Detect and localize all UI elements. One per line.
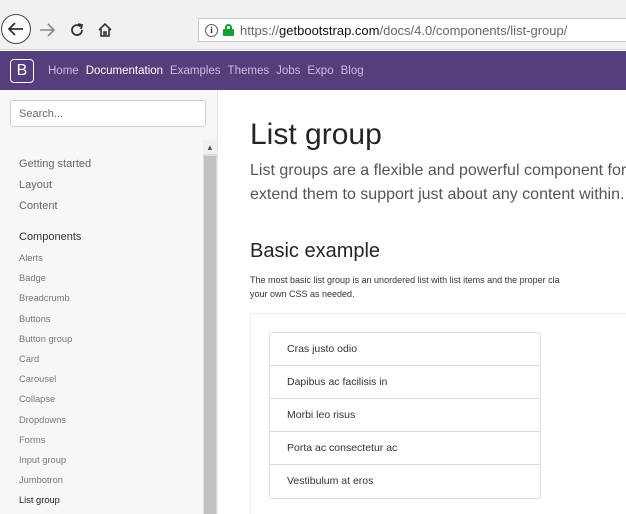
nav-link-blog[interactable]: Blog <box>341 65 364 77</box>
reload-icon <box>71 23 84 36</box>
sidebar-item-input-group[interactable]: Input group <box>19 450 91 470</box>
lead-line-2: extend them to support just about any co… <box>250 186 625 203</box>
scroll-up-arrow-icon[interactable]: ▲ <box>203 140 217 154</box>
lead-line-1: List groups are a flexible and powerful … <box>250 162 626 179</box>
nav-link-home[interactable]: Home <box>48 65 79 77</box>
arrow-right-icon <box>40 23 55 37</box>
list-item: Vestibulum at eros <box>287 475 374 487</box>
nav-link-themes[interactable]: Themes <box>228 65 270 77</box>
back-button[interactable] <box>1 14 31 44</box>
sidebar-item-content[interactable]: Content <box>19 196 91 217</box>
list-group: Cras justo odio Dapibus ac facilisis in … <box>269 332 541 499</box>
sidebar-scrollbar[interactable]: ▲ <box>203 140 217 514</box>
arrow-left-icon <box>8 22 23 36</box>
sidebar-item-buttons[interactable]: Buttons <box>19 309 91 329</box>
sidebar-item-breadcrumb[interactable]: Breadcrumb <box>19 288 91 308</box>
browser-toolbar: i https://getbootstrap.com/docs/4.0/comp… <box>0 0 626 50</box>
sidebar-item-dropdowns[interactable]: Dropdowns <box>19 410 91 430</box>
site-navbar: B Home Documentation Examples Themes Job… <box>0 51 626 90</box>
sidebar-item-badge[interactable]: Badge <box>19 268 91 288</box>
reload-button[interactable] <box>66 19 88 41</box>
forward-button[interactable] <box>36 19 58 41</box>
url-text: https://getbootstrap.com/docs/4.0/compon… <box>240 22 568 38</box>
sidebar-item-button-group[interactable]: Button group <box>19 329 91 349</box>
section-description: The most basic list group is an unordere… <box>250 273 560 301</box>
docs-sidebar: Getting started Layout Content Component… <box>0 90 218 514</box>
desc-line-1: The most basic list group is an unordere… <box>250 275 560 285</box>
lead-text: List groups are a flexible and powerful … <box>250 159 626 207</box>
search-input[interactable] <box>10 100 206 127</box>
nav-link-documentation[interactable]: Documentation <box>86 65 163 77</box>
section-title: Basic example <box>250 240 381 262</box>
brand-logo[interactable]: B <box>10 58 34 83</box>
sidebar-item-list-group[interactable]: List group <box>19 490 91 510</box>
sidebar-item-card[interactable]: Card <box>19 349 91 369</box>
main-content: List group List groups are a flexible an… <box>218 90 626 514</box>
nav-link-examples[interactable]: Examples <box>170 65 221 77</box>
sidebar-item-collapse[interactable]: Collapse <box>19 389 91 409</box>
sidebar-item-layout[interactable]: Layout <box>19 175 91 196</box>
sidebar-item-carousel[interactable]: Carousel <box>19 369 91 389</box>
sidebar-item-getting-started[interactable]: Getting started <box>19 154 91 175</box>
desc-line-2: your own CSS as needed. <box>250 289 355 299</box>
info-icon[interactable]: i <box>205 23 218 37</box>
sidebar-item-alerts[interactable]: Alerts <box>19 248 91 268</box>
nav-link-expo[interactable]: Expo <box>307 65 333 77</box>
home-icon <box>98 22 112 37</box>
list-item: Porta ac consectetur ac <box>270 432 540 465</box>
scrollbar-thumb[interactable] <box>204 156 216 514</box>
sidebar-item-components[interactable]: Components <box>19 227 91 248</box>
list-item: Dapibus ac facilisis in <box>270 366 540 399</box>
address-bar[interactable]: i https://getbootstrap.com/docs/4.0/comp… <box>198 18 626 42</box>
page-title: List group <box>250 118 382 151</box>
sidebar-item-jumbotron[interactable]: Jumbotron <box>19 470 91 490</box>
sidebar-item-forms[interactable]: Forms <box>19 430 91 450</box>
lock-icon <box>223 24 234 36</box>
nav-links: Home Documentation Examples Themes Jobs … <box>48 65 371 77</box>
nav-link-jobs[interactable]: Jobs <box>276 65 300 77</box>
list-item: Cras justo odio <box>270 333 540 366</box>
list-item: Morbi leo risus <box>270 399 540 432</box>
sidebar-nav: Getting started Layout Content Component… <box>19 154 91 510</box>
home-button[interactable] <box>94 19 116 41</box>
